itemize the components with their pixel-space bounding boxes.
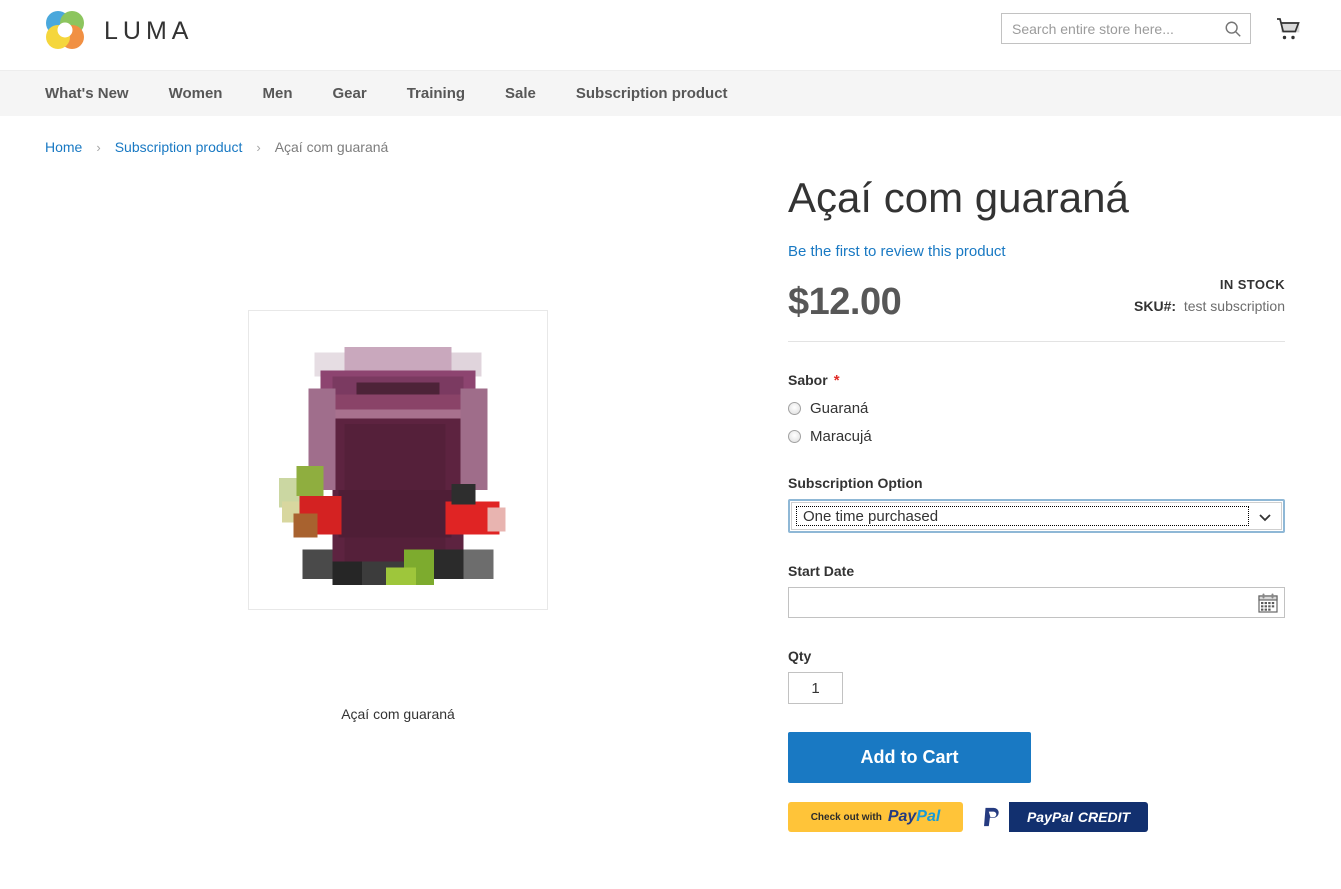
nav-item-women[interactable]: Women (149, 71, 243, 117)
add-to-cart-button[interactable]: Add to Cart (788, 732, 1031, 784)
paypal-credit-pay-text: Pay (1026, 809, 1052, 826)
shopping-cart-icon[interactable] (1273, 16, 1301, 42)
breadcrumb: Home › Subscription product › Açaí com g… (0, 116, 1341, 155)
gallery-caption: Açaí com guaraná (341, 706, 455, 722)
chevron-down-icon[interactable] (1258, 510, 1272, 524)
nav-item-training[interactable]: Training (387, 71, 485, 117)
paypal-credit-body: PayPal CREDIT (1009, 802, 1148, 833)
product-image[interactable] (248, 310, 548, 610)
info-divider (788, 341, 1285, 343)
paypal-pay-text: Pay (887, 808, 917, 826)
header-actions (1001, 13, 1301, 44)
nav-item-whats-new[interactable]: What's New (40, 71, 149, 117)
search-icon[interactable] (1224, 20, 1242, 38)
option-sabor-label-text: Sabor (788, 372, 828, 389)
breadcrumb-current: Açaí com guaraná (274, 139, 389, 155)
subscription-option-label: Subscription Option (788, 475, 923, 492)
search-input[interactable] (1002, 14, 1250, 43)
start-date-label: Start Date (788, 563, 855, 580)
product-gallery: Açaí com guaraná (40, 310, 756, 722)
qty-label: Qty (788, 648, 812, 665)
required-marker: * (833, 372, 840, 390)
paypal-credit-pal-text: Pal (1051, 809, 1073, 826)
status-badge: IN STOCK (1219, 277, 1285, 293)
paypal-credit-wordmark: PayPal (1027, 809, 1073, 825)
radio-option-maracuja[interactable]: Maracujá (788, 428, 1285, 445)
review-link[interactable]: Be the first to review this product (788, 243, 1006, 260)
nav-item-subscription-product[interactable]: Subscription product (556, 71, 748, 117)
radio-option-guarana[interactable]: Guaraná (788, 400, 1285, 417)
paypal-checkout-button[interactable]: Check out with PayPal (788, 802, 963, 833)
sku-value: test subscription (1183, 298, 1285, 315)
main-navigation: What's New Women Men Gear Training Sale … (0, 70, 1341, 116)
site-header: LUMA (0, 0, 1341, 70)
radio-option-guarana-label: Guaraná (810, 400, 869, 418)
site-logo[interactable]: LUMA (40, 6, 193, 56)
radio-icon[interactable] (788, 402, 801, 416)
qty-block: Qty (788, 648, 1285, 705)
calendar-icon[interactable] (1257, 592, 1279, 614)
radio-option-maracuja-label: Maracujá (810, 428, 872, 446)
paypal-credit-word: CREDIT (1077, 809, 1131, 826)
page-title: Açaí com guaraná (788, 174, 1129, 221)
stock-info: IN STOCK SKU#: test subscription (1134, 277, 1285, 314)
subscription-option-select[interactable]: One time purchased (791, 502, 1282, 531)
sku-label: SKU#: (1134, 298, 1177, 315)
nav-item-men[interactable]: Men (242, 71, 312, 117)
subscription-option-value: One time purchased (796, 506, 1249, 527)
paypal-pal-text: Pal (916, 808, 941, 826)
paypal-credit-button[interactable]: PayPal CREDIT (973, 802, 1148, 833)
price-row: $12.00 IN STOCK SKU#: test subscription (788, 277, 1285, 331)
acai-cup-image (249, 311, 547, 609)
nav-item-sale[interactable]: Sale (485, 71, 556, 117)
paypal-buttons: Check out with PayPal PayPal CREDIT (788, 802, 1285, 833)
search-box[interactable] (1001, 13, 1251, 44)
product-info-panel: Açaí com guaraná Be the first to review … (788, 174, 1285, 833)
paypal-wordmark: PayPal (888, 809, 940, 825)
nav-item-gear[interactable]: Gear (312, 71, 386, 117)
sku-row: SKU#: test subscription (1134, 298, 1285, 314)
radio-icon[interactable] (788, 430, 801, 444)
quantity-stepper[interactable] (788, 672, 843, 705)
brand-name: LUMA (104, 16, 194, 45)
paypal-checkout-prefix: Check out with (810, 811, 882, 823)
option-sabor-label: Sabor * (788, 372, 1285, 389)
paypal-p-icon (973, 802, 1009, 833)
option-subscription: Subscription Option One time purchased (788, 475, 1285, 534)
subscription-option-focus-ring: One time purchased (788, 499, 1285, 534)
breadcrumb-home[interactable]: Home (45, 139, 82, 155)
option-sabor: Sabor * Guaraná Maracujá (788, 372, 1285, 445)
breadcrumb-separator: › (256, 139, 261, 155)
breadcrumb-category[interactable]: Subscription product (115, 139, 243, 155)
luma-flower-logo-icon (40, 6, 90, 56)
option-start-date: Start Date (788, 563, 1285, 619)
start-date-input[interactable] (789, 588, 1284, 618)
start-date-field[interactable] (788, 587, 1285, 619)
breadcrumb-separator: › (96, 139, 101, 155)
